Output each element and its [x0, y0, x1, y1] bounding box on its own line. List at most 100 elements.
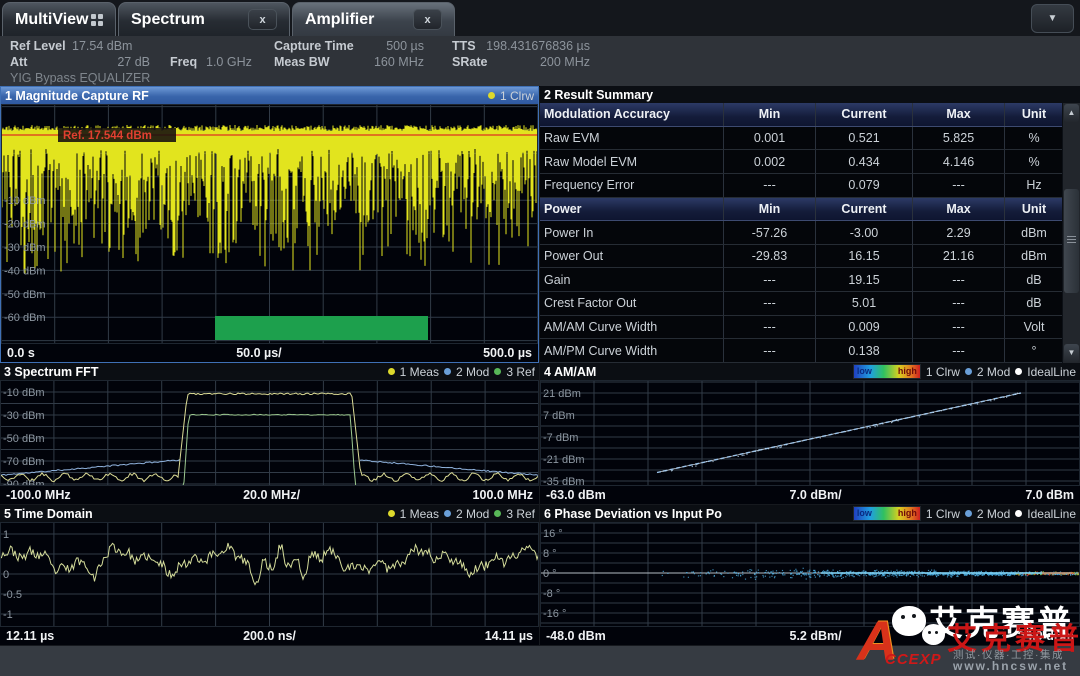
ref-level-value[interactable]: 17.54 dBm — [72, 39, 132, 53]
trace-label: 1 Meas — [400, 365, 439, 379]
svg-text:-60 dBm: -60 dBm — [4, 312, 46, 324]
trace-label: IdealLine — [1027, 365, 1076, 379]
panel-title: 5 Time Domain — [4, 507, 93, 521]
scrollbar[interactable]: ▲ ▼ — [1062, 103, 1080, 363]
att-label: Att — [10, 55, 27, 69]
trace-legend: lowhigh 1 Clrw 2 ModIdealLine — [853, 364, 1076, 379]
yig-bypass-label: YIG Bypass EQUALIZER — [10, 71, 150, 85]
panel-title: 4 AM/AM — [544, 365, 596, 379]
table-row: Crest Factor Out---5.01---dB — [540, 292, 1063, 316]
meas-bw-label: Meas BW — [274, 55, 330, 69]
trace-dot — [388, 368, 395, 375]
svg-text:-10 dBm: -10 dBm — [4, 195, 46, 207]
srate-value[interactable]: 200 MHz — [470, 55, 590, 69]
trace-label: 3 Ref — [506, 365, 535, 379]
svg-text:16 °: 16 ° — [543, 528, 563, 540]
x-axis-end: 100.0 MHz — [473, 488, 533, 502]
panel-title-bar[interactable]: 4 AM/AM lowhigh 1 Clrw 2 ModIdealLine — [540, 363, 1080, 380]
trace-dot — [494, 368, 501, 375]
trace-label: 1 Clrw — [500, 89, 534, 103]
x-axis-scale: 50.0 µs/ — [236, 346, 281, 360]
tts-value[interactable]: 198.431676836 µs — [470, 39, 590, 53]
trace-label: 1 Meas — [400, 507, 439, 521]
svg-text:-50 dBm: -50 dBm — [4, 289, 46, 301]
tab-multiview[interactable]: MultiView — [2, 2, 116, 36]
trace-dot — [1015, 368, 1022, 375]
trace-label: 3 Ref — [506, 507, 535, 521]
x-axis-scale: 200.0 ns/ — [243, 629, 296, 643]
svg-text:-50 dBm: -50 dBm — [3, 433, 45, 445]
x-axis-scale: 5.2 dBm/ — [790, 629, 842, 643]
att-value[interactable]: 27 dB — [90, 55, 150, 69]
capture-time-value[interactable]: 500 µs — [340, 39, 424, 53]
panel-title-bar[interactable]: 1 Magnitude Capture RF 1 Clrw — [1, 87, 538, 104]
x-axis-start: 0.0 s — [7, 346, 35, 360]
trace-legend: 1 Meas 2 Mod 3 Ref — [388, 365, 535, 379]
panel-title-bar[interactable]: 3 Spectrum FFT 1 Meas2 Mod3 Ref — [0, 363, 539, 380]
spectrum-fft-plot[interactable]: -10 dBm-30 dBm-50 dBm-70 dBm-90 dBm — [0, 380, 539, 486]
bottom-strip — [0, 646, 1080, 676]
panel-title-bar[interactable]: 5 Time Domain 1 Meas2 Mod3 Ref — [0, 505, 539, 522]
panel-time-domain: 5 Time Domain 1 Meas2 Mod3 Ref 10-0.5-1 … — [0, 505, 539, 645]
panel-spectrum-fft: 3 Spectrum FFT 1 Meas2 Mod3 Ref -10 dBm-… — [0, 363, 539, 504]
phase-deviation-plot[interactable]: 16 °8 °0 °-8 °-16 ° — [540, 522, 1080, 627]
trace-label: IdealLine — [1027, 507, 1076, 521]
trace-legend: lowhigh 1 Clrw 2 ModIdealLine — [853, 506, 1076, 521]
x-axis-end: 7.0 dBm — [1025, 488, 1074, 502]
x-axis: -48.0 dBm 5.2 dBm/ 4.0 dBm — [540, 627, 1080, 645]
tab-overflow-button[interactable]: ▼ — [1031, 4, 1074, 33]
svg-text:-1: -1 — [3, 609, 13, 621]
tab-bar: MultiView Spectrum x Amplifier x ▼ — [0, 0, 1080, 36]
multiview-grid-icon — [91, 14, 103, 26]
panel-title-bar[interactable]: 2 Result Summary — [540, 86, 1080, 103]
trace-dot — [488, 92, 495, 99]
svg-text:-30 dBm: -30 dBm — [4, 242, 46, 254]
trace-legend: 1 Meas2 Mod3 Ref — [388, 507, 535, 521]
svg-text:Ref. 17.544 dBm: Ref. 17.544 dBm — [63, 130, 152, 142]
svg-text:-8 °: -8 ° — [543, 588, 560, 600]
trace-label: 1 Clrw — [926, 365, 960, 379]
trace-dot — [1015, 510, 1022, 517]
svg-text:-90 dBm: -90 dBm — [3, 479, 45, 486]
svg-text:-16 °: -16 ° — [543, 608, 566, 620]
panel-phase-deviation: 6 Phase Deviation vs Input Po lowhigh 1 … — [540, 505, 1080, 645]
magnitude-plot[interactable]: Ref. 17.544 dBm-10 dBm-20 dBm-30 dBm-40 … — [1, 104, 538, 344]
x-axis: -100.0 MHz 20.0 MHz/ 100.0 MHz — [0, 486, 539, 504]
close-icon[interactable]: x — [248, 9, 277, 30]
panel-result-summary: 2 Result Summary Modulation AccuracyMinC… — [540, 86, 1080, 363]
svg-text:1: 1 — [3, 529, 9, 541]
svg-text:21 dBm: 21 dBm — [543, 388, 581, 400]
tab-spectrum[interactable]: Spectrum x — [118, 2, 290, 36]
tab-amplifier[interactable]: Amplifier x — [292, 2, 455, 36]
x-axis-end: 4.0 dBm — [1025, 629, 1074, 643]
table-row: Gain---19.15---dB — [540, 268, 1063, 292]
meas-bw-value[interactable]: 160 MHz — [340, 55, 424, 69]
svg-text:7 dBm: 7 dBm — [543, 410, 575, 422]
trace-legend: 1 Clrw — [488, 89, 534, 103]
result-summary-table: Modulation AccuracyMinCurrentMaxUnitRaw … — [540, 103, 1080, 363]
table-header-row: Modulation AccuracyMinCurrentMaxUnit — [540, 103, 1063, 127]
x-axis: -63.0 dBm 7.0 dBm/ 7.0 dBm — [540, 486, 1080, 504]
table-row: AM/AM Curve Width---0.009---Volt — [540, 316, 1063, 340]
analyzer-screen: MultiView Spectrum x Amplifier x ▼ Ref L… — [0, 0, 1080, 676]
am-am-plot[interactable]: 21 dBm7 dBm-7 dBm-21 dBm-35 dBm — [540, 380, 1080, 486]
scroll-up-icon[interactable]: ▲ — [1064, 104, 1079, 122]
svg-text:-70 dBm: -70 dBm — [3, 456, 45, 468]
trace-label: 2 Mod — [456, 365, 489, 379]
time-domain-plot[interactable]: 10-0.5-1 — [0, 522, 539, 627]
svg-text:-10 dBm: -10 dBm — [3, 387, 45, 399]
scrollbar-thumb[interactable] — [1064, 189, 1079, 293]
settings-header: Ref Level 17.54 dBm Att 27 dB Freq 1.0 G… — [0, 36, 1080, 87]
close-icon[interactable]: x — [413, 9, 442, 30]
table-row: Raw Model EVM0.0020.4344.146% — [540, 150, 1063, 174]
table-row: Raw EVM0.0010.5215.825% — [540, 127, 1063, 151]
scroll-down-icon[interactable]: ▼ — [1064, 344, 1079, 362]
panel-title-bar[interactable]: 6 Phase Deviation vs Input Po lowhigh 1 … — [540, 505, 1080, 522]
ref-level-label: Ref Level — [10, 39, 66, 53]
freq-value[interactable]: 1.0 GHz — [206, 55, 252, 69]
x-axis-scale: 20.0 MHz/ — [243, 488, 300, 502]
panel-title: 6 Phase Deviation vs Input Po — [544, 507, 722, 521]
svg-text:-7 dBm: -7 dBm — [543, 432, 578, 444]
table-row: AM/PM Curve Width---0.138---° — [540, 339, 1063, 363]
x-axis-end: 14.11 µs — [485, 629, 533, 643]
